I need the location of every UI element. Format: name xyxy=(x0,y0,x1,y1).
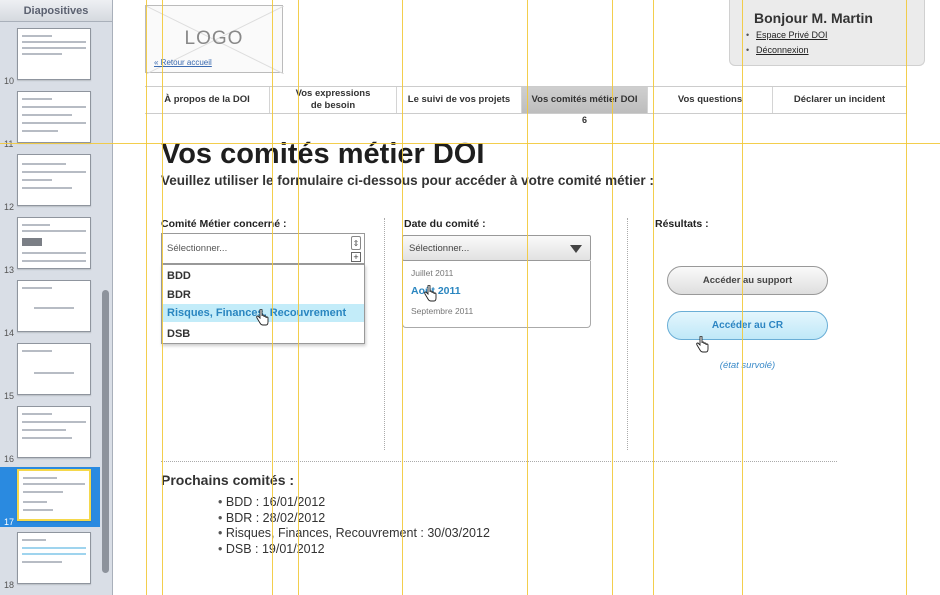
slide-thumbnail[interactable]: 18 xyxy=(0,530,100,590)
tab-projects[interactable]: Le suivi de vos projets xyxy=(397,87,522,113)
column-divider xyxy=(627,218,628,450)
slide-number: 11 xyxy=(4,139,14,149)
slide-preview xyxy=(17,280,91,332)
slide-number: 16 xyxy=(4,454,15,464)
option-bdd[interactable]: BDD xyxy=(162,267,364,285)
hand-cursor-icon xyxy=(424,285,437,302)
date-placeholder: Sélectionner... xyxy=(409,243,470,254)
date-select[interactable]: Sélectionner... xyxy=(402,235,591,261)
committee-options: BDD BDR Risques, Finances, Recouvrement … xyxy=(161,264,365,344)
slide-number: 12 xyxy=(4,202,15,212)
slide-number: 13 xyxy=(4,265,15,275)
slide-thumbnail[interactable]: 13 xyxy=(0,215,100,275)
tab-needs[interactable]: Vos expressions de besoin xyxy=(270,87,397,113)
logo-placeholder: LOGO « Retour accueil xyxy=(145,5,284,74)
slide-thumbnail[interactable]: 10 xyxy=(0,26,100,86)
logout-link[interactable]: Déconnexion xyxy=(746,45,808,55)
expand-icon[interactable]: + xyxy=(351,252,361,262)
upcoming-item: BDD : 16/01/2012 xyxy=(218,495,490,511)
hover-state-note: (état survolé) xyxy=(719,360,776,371)
slide-canvas: LOGO « Retour accueil Bonjour M. Martin … xyxy=(113,0,940,595)
slide-preview xyxy=(17,406,91,458)
slide-preview xyxy=(17,532,91,584)
date-label: Date du comité : xyxy=(404,218,486,230)
hand-cursor-icon xyxy=(256,309,269,326)
slide-number: 15 xyxy=(4,391,15,401)
option-dsb[interactable]: DSB xyxy=(162,325,364,343)
slide-preview xyxy=(17,91,91,143)
column-divider xyxy=(384,218,385,450)
slide-number: 14 xyxy=(4,328,15,338)
upcoming-title: Prochains comités : xyxy=(161,472,295,488)
slide-preview xyxy=(17,154,91,206)
upcoming-list: BDD : 16/01/2012 BDR : 28/02/2012 Risque… xyxy=(218,495,490,557)
slide-thumbnail-selected[interactable]: 17 xyxy=(0,467,100,527)
tab-number-badge: 6 xyxy=(581,115,587,125)
private-space-link[interactable]: Espace Privé DOI xyxy=(746,30,827,40)
section-divider xyxy=(161,461,837,462)
committee-listbox[interactable]: Sélectionner... ⇕ + xyxy=(161,233,365,264)
access-cr-button[interactable]: Accéder au CR xyxy=(667,311,828,340)
main-nav: À propos de la DOI Vos expressions de be… xyxy=(145,86,907,125)
spinner-icon[interactable]: ⇕ xyxy=(351,236,361,250)
upcoming-item: DSB : 19/01/2012 xyxy=(218,542,490,558)
user-panel: Bonjour M. Martin Espace Privé DOI Décon… xyxy=(729,0,925,66)
logo-text: LOGO xyxy=(184,28,244,49)
page-subtitle: Veuillez utiliser le formulaire ci-desso… xyxy=(161,173,654,188)
dropdown-arrow-icon xyxy=(570,245,582,253)
slide-preview xyxy=(17,28,91,80)
slides-sidebar: Diapositives 10 11 12 13 14 15 16 17 18 xyxy=(0,0,113,595)
access-support-button[interactable]: Accéder au support xyxy=(667,266,828,295)
upcoming-item: BDR : 28/02/2012 xyxy=(218,511,490,527)
committee-label: Comité Métier concerné : xyxy=(161,218,287,230)
option-septembre[interactable]: Septembre 2011 xyxy=(411,306,473,316)
slide-number: 18 xyxy=(4,580,15,590)
greeting: Bonjour M. Martin xyxy=(754,10,873,26)
slide-thumbnail[interactable]: 14 xyxy=(0,278,100,338)
tab-committees[interactable]: Vos comités métier DOI 6 xyxy=(522,87,648,125)
results-label: Résultats : xyxy=(655,218,709,230)
back-home-link[interactable]: « Retour accueil xyxy=(154,58,212,67)
option-juillet[interactable]: Juillet 2011 xyxy=(411,268,453,278)
sidebar-title: Diapositives xyxy=(0,0,112,22)
slide-thumbnail[interactable]: 11 xyxy=(0,89,100,149)
sidebar-scrollbar[interactable] xyxy=(102,290,109,573)
option-bdr[interactable]: BDR xyxy=(162,286,364,304)
slide-thumbnail[interactable]: 16 xyxy=(0,404,100,464)
upcoming-item: Risques, Finances, Recouvrement : 30/03/… xyxy=(218,526,490,542)
slide-preview xyxy=(17,343,91,395)
slide-number: 10 xyxy=(4,76,15,86)
slide-number: 17 xyxy=(4,517,15,527)
hand-cursor-icon xyxy=(696,336,709,353)
tab-about[interactable]: À propos de la DOI xyxy=(145,87,270,113)
slide-thumbnail[interactable]: 15 xyxy=(0,341,100,401)
slide-preview xyxy=(17,469,91,521)
tab-committees-label: Vos comités métier DOI xyxy=(531,94,638,105)
tab-questions[interactable]: Vos questions xyxy=(648,87,773,113)
page-title: Vos comités métier DOI xyxy=(161,138,485,170)
slide-thumbnail[interactable]: 12 xyxy=(0,152,100,212)
slide-preview xyxy=(17,217,91,269)
tab-incident[interactable]: Déclarer un incident xyxy=(773,87,907,113)
committee-placeholder: Sélectionner... xyxy=(167,243,228,254)
